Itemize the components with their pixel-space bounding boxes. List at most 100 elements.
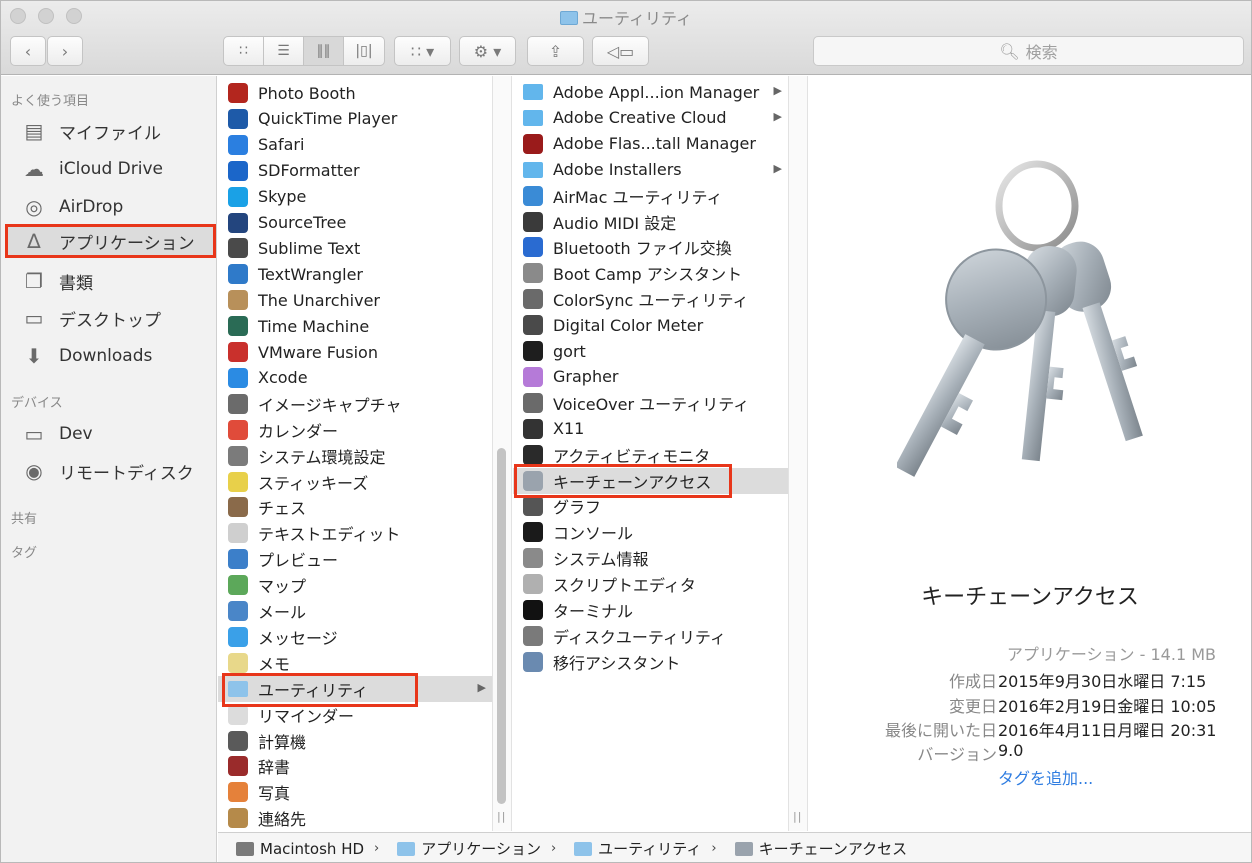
list-item[interactable]: Photo Booth (218, 80, 492, 106)
list-item[interactable]: Bluetooth ファイル交換 (513, 234, 788, 260)
list-item[interactable]: マップ (218, 572, 492, 598)
list-item[interactable]: イメージキャプチャ (218, 391, 492, 417)
path-segment[interactable]: アプリケーション › (397, 838, 556, 859)
list-item-label: メール (258, 603, 307, 622)
list-item[interactable]: チェス (218, 494, 492, 520)
column-resize-grip[interactable]: || (793, 810, 802, 823)
path-segment[interactable]: ユーティリティ › (574, 838, 717, 859)
applications-column-scrollbar[interactable]: || (492, 76, 512, 831)
list-item[interactable]: スティッキーズ (218, 469, 492, 495)
list-item-label: Sublime Text (258, 238, 361, 258)
list-item[interactable]: 写真 (218, 779, 492, 805)
cloud-icon: ☁︎ (24, 157, 44, 181)
list-item[interactable]: SDFormatter (218, 158, 492, 184)
path-segment-label: ユーティリティ (598, 840, 702, 858)
search-placeholder: 検索 (1025, 43, 1058, 62)
search-field[interactable]: 🔍︎ 検索 (813, 36, 1244, 66)
share-button[interactable]: ⇪ (527, 36, 584, 66)
list-item[interactable]: SourceTree (218, 210, 492, 236)
list-item-label: 写真 (258, 784, 291, 804)
column-view-button[interactable]: ∥∥ (304, 37, 344, 65)
list-item[interactable]: Skype (218, 184, 492, 210)
scrollbar-thumb[interactable] (497, 448, 506, 804)
window-title-text: ユーティリティ (581, 9, 693, 28)
list-item[interactable]: Digital Color Meter (513, 312, 788, 338)
list-item[interactable]: ターミナル (513, 597, 788, 623)
list-item[interactable]: ディスクユーティリティ (513, 623, 788, 649)
list-item[interactable]: Xcode (218, 365, 492, 391)
app-icon (523, 548, 543, 569)
list-item[interactable]: Grapher (513, 364, 788, 390)
modified-value: 2016年2月19日金曜日 10:05 (998, 697, 1217, 716)
utilities-folder-icon (559, 11, 578, 25)
list-item[interactable]: 連絡先 (218, 805, 492, 831)
list-item[interactable]: ColorSync ユーティリティ (513, 286, 788, 312)
list-item-label: Adobe Installers (553, 160, 682, 180)
app-icon (523, 600, 543, 620)
laptop-icon: ▭ (24, 422, 44, 446)
folder-icon (523, 84, 543, 100)
sidebar-item-desktop[interactable]: ▭ デスクトップ (5, 302, 214, 334)
sidebar-item-label: 書類 (59, 273, 93, 294)
path-segment[interactable]: キーチェーンアクセス (734, 838, 907, 859)
list-item[interactable]: Adobe Creative Cloud ▶ (513, 105, 788, 131)
list-item[interactable]: コンソール (513, 519, 788, 545)
list-item[interactable]: システム情報 (513, 545, 788, 571)
sidebar-item-applications[interactable]: ∆ アプリケーション (5, 224, 216, 258)
list-item[interactable]: QuickTime Player (218, 106, 492, 132)
path-segment[interactable]: Macintosh HD › (236, 840, 379, 858)
sidebar-item-documents[interactable]: ❐ 書類 (5, 265, 214, 297)
sidebar-item-remote-disc[interactable]: ◉ リモートディスク (5, 455, 214, 487)
sidebar-item-airdrop[interactable]: ◎ AirDrop (5, 191, 214, 223)
list-item[interactable]: メモ (218, 650, 492, 676)
list-item[interactable]: スクリプトエディタ (513, 571, 788, 597)
sidebar-item-downloads[interactable]: ⬇︎ Downloads (5, 340, 214, 372)
list-item[interactable]: Safari (218, 132, 492, 158)
list-item[interactable]: テキストエディット (218, 520, 492, 546)
list-view-button[interactable]: ☰ (264, 37, 304, 65)
list-item[interactable]: TextWrangler (218, 261, 492, 287)
app-icon (523, 625, 543, 646)
add-tags-link[interactable]: タグを追加... (998, 765, 1093, 789)
keychain-app-icon (897, 160, 1143, 477)
list-item[interactable]: X11 (513, 416, 788, 442)
action-button[interactable]: ⚙ ▾ (459, 36, 516, 66)
list-item-label: Adobe Flas...tall Manager (553, 134, 756, 154)
last-opened-value: 2016年4月11日月曜日 20:31 (998, 721, 1217, 740)
sidebar-item-all-files[interactable]: ▤ マイファイル (5, 115, 214, 147)
app-icon (228, 782, 248, 803)
forward-button[interactable]: › (47, 36, 83, 66)
list-item[interactable]: メール (218, 598, 492, 624)
app-icon (523, 496, 543, 517)
sidebar-item-dev[interactable]: ▭ Dev (5, 418, 214, 450)
list-item[interactable]: カレンダー (218, 417, 492, 443)
sidebar-item-icloud-drive[interactable]: ☁︎ iCloud Drive (5, 153, 214, 185)
list-item[interactable]: 移行アシスタント (513, 649, 788, 675)
list-item[interactable]: プレビュー (218, 546, 492, 572)
list-item[interactable]: Adobe Installers ▶ (513, 157, 788, 183)
list-item[interactable]: The Unarchiver (218, 287, 492, 313)
list-item[interactable]: VoiceOver ユーティリティ (513, 390, 788, 416)
list-item[interactable]: AirMac ユーティリティ (513, 183, 788, 209)
coverflow-view-button[interactable]: |▯| (344, 37, 384, 65)
list-item[interactable]: VMware Fusion (218, 339, 492, 365)
list-item[interactable]: Audio MIDI 設定 (513, 209, 788, 235)
edit-tags-button[interactable]: ◁▭ (592, 36, 649, 66)
icon-view-button[interactable]: ∷ (224, 37, 264, 65)
list-item[interactable]: Sublime Text (218, 235, 492, 261)
back-button[interactable]: ‹ (10, 36, 46, 66)
grid-icon: ∷ (239, 43, 248, 59)
version-value: 9.0 (998, 741, 1024, 760)
list-item[interactable]: システム環境設定 (218, 443, 492, 469)
list-item[interactable]: 辞書 (218, 753, 492, 779)
list-item[interactable]: メッセージ (218, 624, 492, 650)
list-item[interactable]: Adobe Appl...ion Manager ▶ (513, 79, 788, 105)
list-item[interactable]: gort (513, 338, 788, 364)
list-item[interactable]: Adobe Flas...tall Manager (513, 131, 788, 157)
list-item[interactable]: Boot Camp アシスタント (513, 260, 788, 286)
column-resize-grip[interactable]: || (497, 810, 506, 823)
list-item[interactable]: 計算機 (218, 728, 492, 754)
modified-label: 変更日 (948, 697, 997, 716)
list-item[interactable]: Time Machine (218, 313, 492, 339)
arrange-button[interactable]: ∷ ▾ (394, 36, 451, 66)
